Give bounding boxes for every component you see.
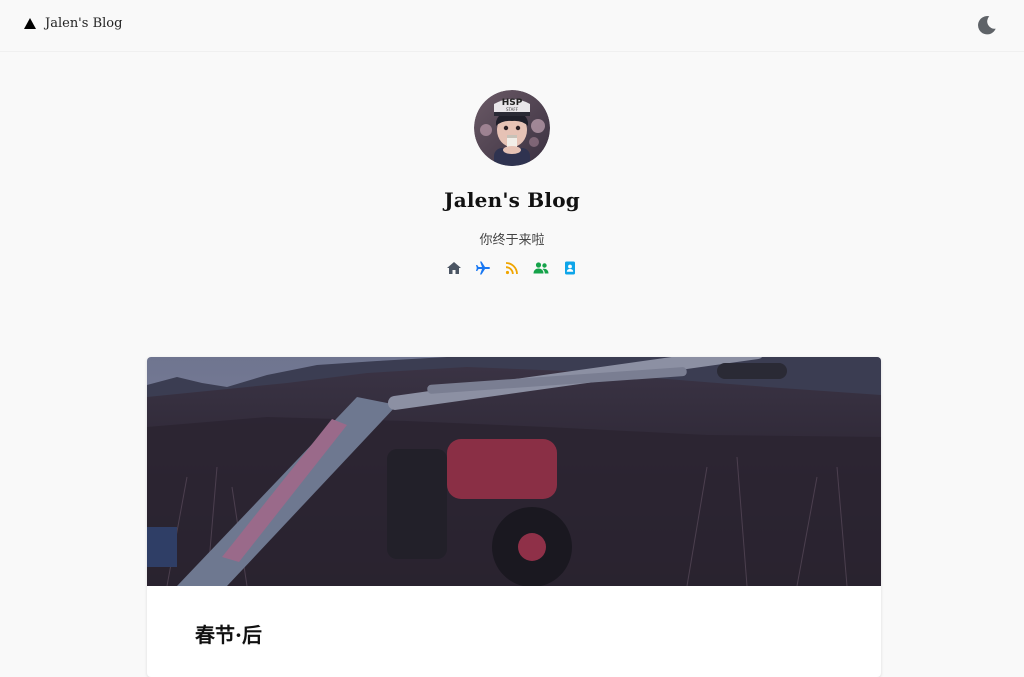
hero-section: HSP STAFF Jalen's Blog 你终于来啦: [0, 90, 1024, 276]
moon-icon[interactable]: [976, 14, 998, 36]
brand-name: Jalen's Blog: [45, 16, 123, 31]
avatar[interactable]: HSP STAFF: [474, 90, 550, 166]
triangle-logo-icon: [24, 18, 36, 29]
post-cover-image[interactable]: [147, 357, 881, 586]
plane-icon[interactable]: [475, 260, 491, 276]
svg-text:STAFF: STAFF: [506, 107, 519, 112]
social-links: [0, 260, 1024, 276]
brand-link[interactable]: Jalen's Blog: [24, 16, 122, 31]
contact-card-icon[interactable]: [562, 260, 578, 276]
users-icon[interactable]: [533, 260, 549, 276]
home-icon[interactable]: [446, 260, 462, 276]
site-subtitle: 你终于来啦: [479, 233, 545, 248]
top-navbar: Jalen's Blog: [0, 0, 1024, 52]
post-title[interactable]: 春节·后: [195, 619, 262, 648]
post-card[interactable]: 春节·后: [147, 357, 881, 677]
site-title: Jalen's Blog: [444, 188, 580, 212]
rss-icon[interactable]: [504, 260, 520, 276]
